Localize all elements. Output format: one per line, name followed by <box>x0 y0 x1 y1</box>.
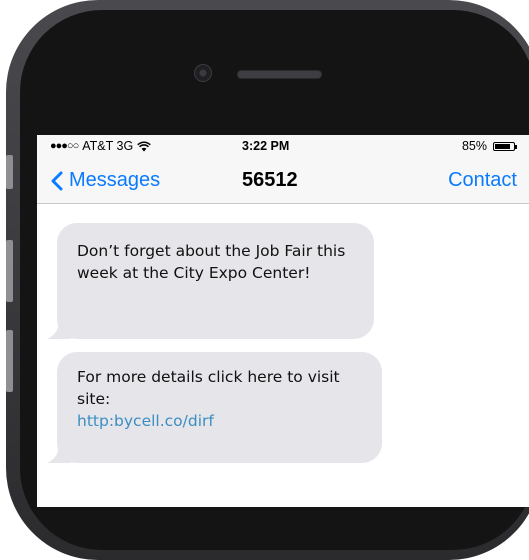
status-bar: ●●●○○ AT&T 3G 3:22 PM 85% <box>37 135 529 157</box>
battery-group: 85% <box>461 139 517 153</box>
battery-fill <box>495 143 511 149</box>
message-text: For more details click here to visit sit… <box>77 368 340 408</box>
carrier-group: ●●●○○ AT&T 3G <box>50 139 151 153</box>
battery-percent: 85% <box>461 139 487 153</box>
back-label: Messages <box>69 169 161 191</box>
conversation-title: 56512 <box>242 169 298 191</box>
phone-screen: ●●●○○ AT&T 3G 3:22 PM 85% Messages 56512… <box>37 135 529 507</box>
incoming-message[interactable]: For more details click here to visit sit… <box>47 352 382 463</box>
front-camera <box>194 64 212 82</box>
mute-switch <box>6 155 13 189</box>
volume-up-button <box>6 240 13 302</box>
contact-button[interactable]: Contact <box>448 169 517 192</box>
back-button[interactable]: Messages <box>51 169 160 192</box>
earpiece-speaker <box>237 70 322 79</box>
chevron-left-icon <box>51 171 63 190</box>
status-time: 3:22 PM <box>242 139 290 153</box>
carrier-label: AT&T 3G <box>82 139 134 153</box>
wifi-icon <box>137 140 151 151</box>
bubble-tail <box>47 319 71 339</box>
message-link[interactable]: http:bycell.co/dirf <box>77 410 362 432</box>
nav-bar: Messages 56512 Contact <box>37 157 529 204</box>
incoming-message[interactable]: Don’t forget about the Job Fair this wee… <box>47 223 374 339</box>
volume-down-button <box>6 330 13 392</box>
signal-strength-icon: ●●●○○ <box>50 140 79 152</box>
message-text: Don’t forget about the Job Fair this wee… <box>77 242 346 282</box>
battery-icon <box>493 141 517 151</box>
bubble-tail <box>47 443 71 463</box>
